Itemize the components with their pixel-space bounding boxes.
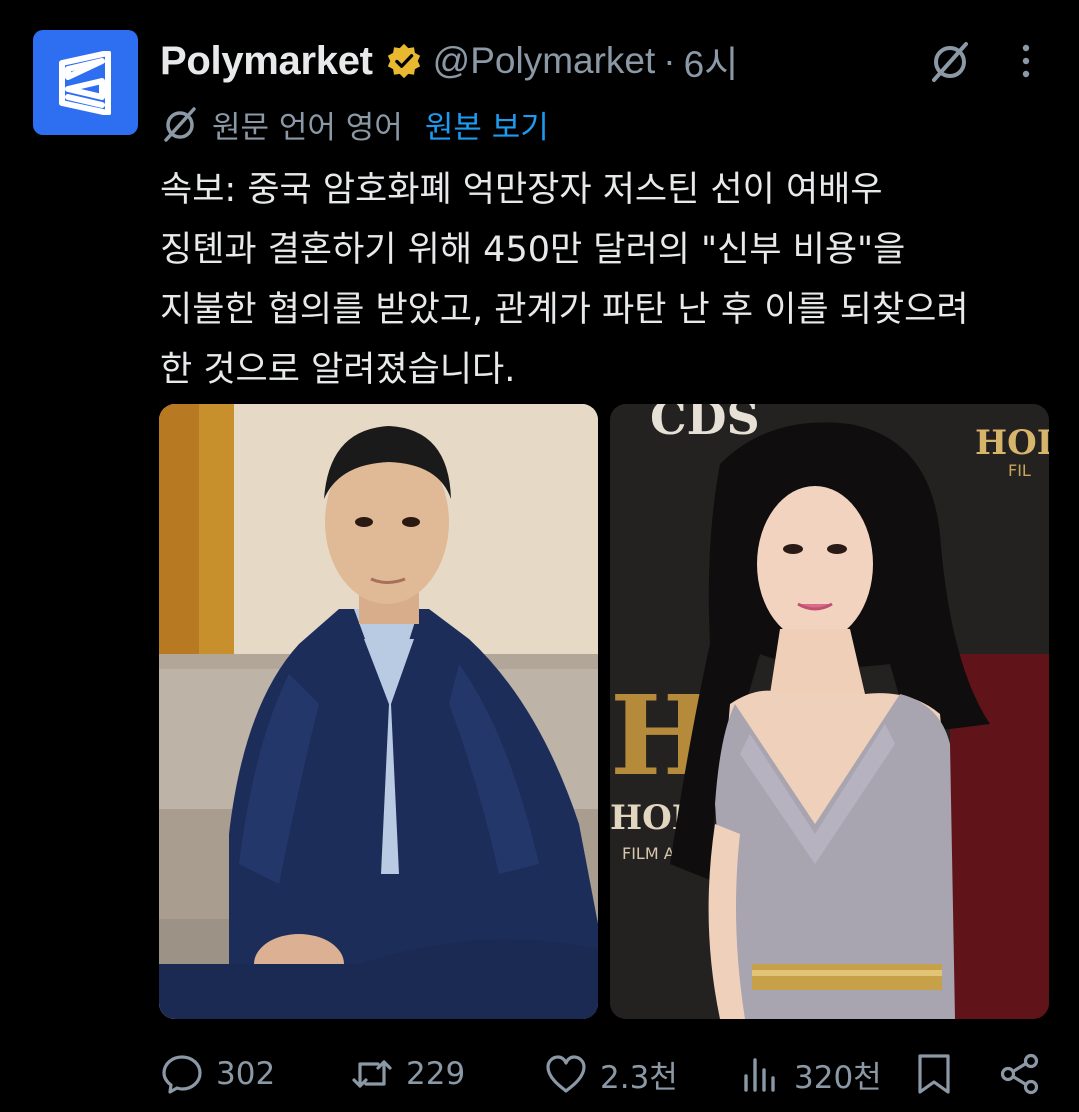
- tweet-text: 속보: 중국 암호화폐 억만장자 저스틴 선이 여배우 징톈과 결혼하기 위해 …: [160, 170, 969, 390]
- svg-text:FIL: FIL: [1008, 461, 1031, 480]
- source-language-note: 원문 언어 영어: [212, 109, 403, 146]
- timestamp[interactable]: 6시: [684, 34, 739, 88]
- share-button[interactable]: [998, 1048, 1042, 1100]
- reply-icon: [162, 1055, 202, 1094]
- repost-button[interactable]: 229: [350, 1048, 465, 1100]
- like-button[interactable]: 2.3천: [544, 1048, 678, 1100]
- bookmark-icon: [918, 1054, 950, 1094]
- like-count: 2.3천: [600, 1059, 678, 1096]
- show-original-link[interactable]: 원본 보기: [425, 102, 549, 147]
- share-icon: [1000, 1053, 1039, 1095]
- views-count: 320천: [794, 1059, 882, 1096]
- analytics-icon: [744, 1058, 775, 1092]
- svg-text:CDS: CDS: [650, 404, 760, 445]
- photo-actress-red-carpet: CDS HOL FIL HF HOLY FILM A: [610, 404, 1049, 1019]
- avatar[interactable]: [33, 30, 138, 135]
- media-photo-1[interactable]: [159, 404, 598, 1019]
- repost-icon: [352, 1060, 392, 1088]
- reply-button[interactable]: 302: [160, 1048, 275, 1100]
- verified-badge-icon: [387, 43, 420, 79]
- tweet-header: Polymarket @Polymarket · 6시: [160, 34, 738, 88]
- tweet-actions: 302 229 2.3천 320천: [0, 1048, 1079, 1100]
- translate-icon: [164, 107, 196, 142]
- heart-icon: [546, 1055, 586, 1093]
- grok-icon[interactable]: [926, 38, 974, 86]
- translation-row: 원문 언어 영어 원본 보기: [160, 100, 549, 148]
- svg-text:FILM A: FILM A: [622, 844, 675, 863]
- repost-count: 229: [406, 1056, 466, 1092]
- separator-dot: ·: [663, 40, 676, 81]
- media-photo-2[interactable]: CDS HOL FIL HF HOLY FILM A: [610, 404, 1049, 1019]
- bookmark-button[interactable]: [912, 1048, 956, 1100]
- views-button[interactable]: 320천: [738, 1048, 882, 1100]
- more-options-icon[interactable]: [1010, 40, 1042, 82]
- handle[interactable]: @Polymarket: [433, 40, 656, 82]
- photo-man-in-suit: [159, 404, 598, 1019]
- polymarket-logo-icon: [58, 50, 111, 115]
- display-name[interactable]: Polymarket: [160, 39, 373, 84]
- svg-text:HOL: HOL: [975, 423, 1049, 463]
- reply-count: 302: [216, 1056, 276, 1092]
